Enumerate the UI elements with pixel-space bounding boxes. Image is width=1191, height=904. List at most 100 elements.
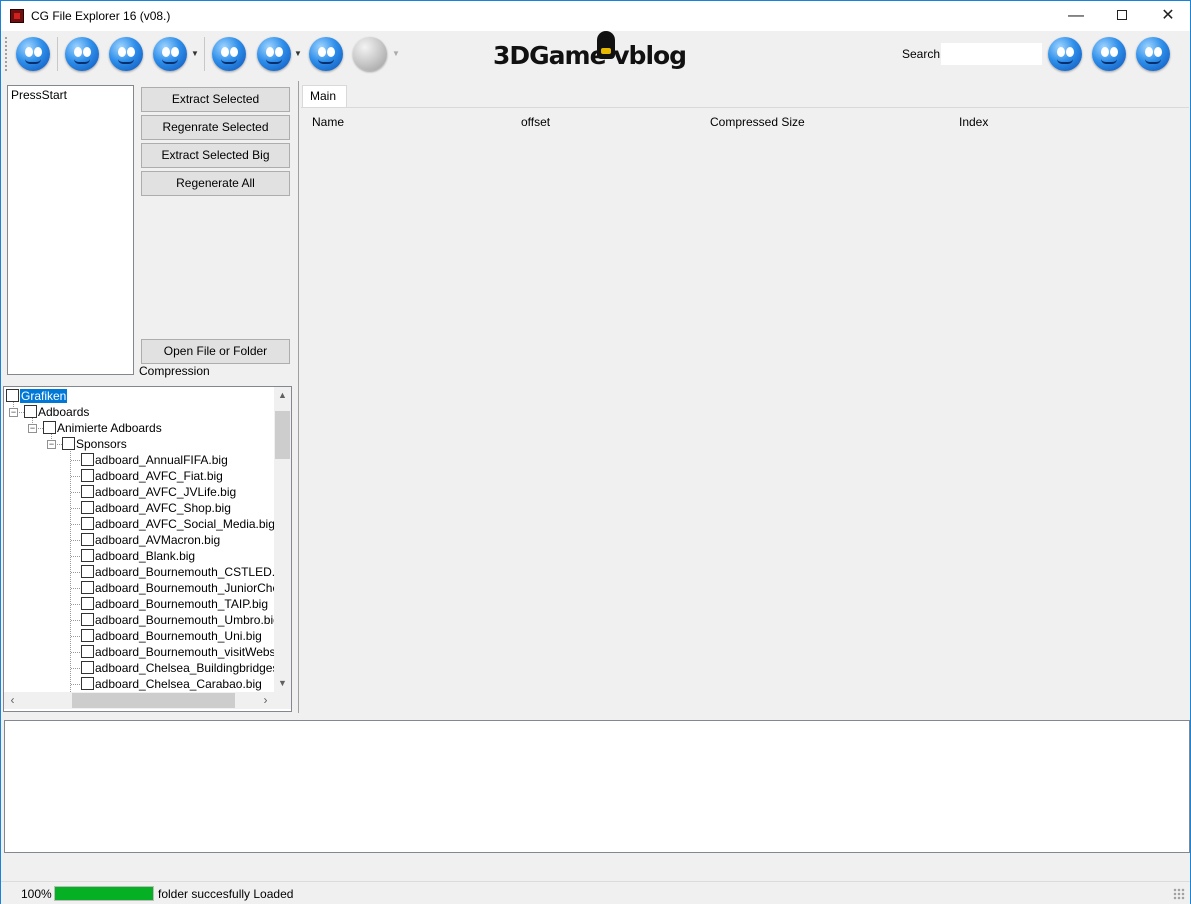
tree-checkbox[interactable] — [81, 469, 94, 482]
tree-checkbox[interactable] — [81, 597, 94, 610]
regenerate-all-button[interactable]: Regenerate All — [141, 171, 290, 196]
column-header-name[interactable]: Name — [312, 115, 344, 129]
tree-checkbox[interactable] — [81, 453, 94, 466]
scroll-right-icon[interactable]: › — [257, 692, 274, 709]
tree-checkbox[interactable] — [62, 437, 75, 450]
worried-smiley-icon[interactable] — [109, 37, 143, 71]
status-message: folder succesfully Loaded — [158, 887, 294, 901]
tab-control: Main Name offset Compressed Size Index — [298, 81, 1189, 713]
tree-file-node[interactable]: adboard_Bournemouth_Umbro.big — [81, 612, 274, 628]
chevron-down-icon[interactable]: ▼ — [294, 49, 302, 58]
search-input[interactable] — [941, 43, 1042, 65]
tree-node-animierte-adboards[interactable]: Animierte Adboards — [43, 420, 162, 436]
tree-checkbox[interactable] — [81, 581, 94, 594]
tree-file-node[interactable]: adboard_AVFC_Fiat.big — [81, 468, 223, 484]
tree-node-label: adboard_Chelsea_Buildingbridges.big — [95, 661, 274, 675]
list-item[interactable]: PressStart — [11, 88, 130, 102]
tree-content: Grafiken − Adboards − Animierte Adboards… — [4, 387, 274, 692]
tree-checkbox[interactable] — [81, 613, 94, 626]
tree-node-sponsors[interactable]: Sponsors — [62, 436, 127, 452]
tree-file-node[interactable]: adboard_AVFC_Shop.big — [81, 500, 231, 516]
tree-file-node[interactable]: adboard_AVMacron.big — [81, 532, 220, 548]
tree-node-label: adboard_AVFC_Fiat.big — [95, 469, 223, 483]
progress-bar — [54, 886, 154, 901]
tree-file-node[interactable]: adboard_Chelsea_Buildingbridges.big — [81, 660, 274, 676]
tree-checkbox[interactable] — [81, 533, 94, 546]
folder-tree[interactable]: Grafiken − Adboards − Animierte Adboards… — [3, 386, 292, 712]
tree-node-adboards[interactable]: Adboards — [24, 404, 89, 420]
tree-checkbox[interactable] — [81, 645, 94, 658]
tab-main-body: Name offset Compressed Size Index — [301, 107, 1189, 711]
collapse-icon[interactable]: − — [47, 440, 56, 449]
scroll-up-icon[interactable]: ▲ — [274, 387, 291, 404]
tree-file-node[interactable]: adboard_Bournemouth_TAIP.big — [81, 596, 268, 612]
tree-node-label: adboard_AVFC_Social_Media.big — [95, 517, 274, 531]
blue-smiley-icon[interactable] — [16, 37, 50, 71]
tree-checkbox[interactable] — [81, 517, 94, 530]
chevron-down-icon[interactable]: ▼ — [191, 49, 199, 58]
tongue-smiley-icon[interactable] — [1092, 37, 1126, 71]
tree-file-node[interactable]: adboard_Chelsea_Carabao.big — [81, 676, 262, 692]
tree-node-label: Sponsors — [76, 437, 127, 451]
tree-file-node[interactable]: adboard_Bournemouth_CSTLED.big — [81, 564, 274, 580]
maximize-button[interactable] — [1099, 1, 1145, 31]
collapse-icon[interactable]: − — [9, 408, 18, 417]
scroll-left-icon[interactable]: ‹ — [4, 692, 21, 709]
roaring-smiley-icon[interactable] — [65, 37, 99, 71]
scroll-down-icon[interactable]: ▼ — [274, 675, 291, 692]
resize-grip-icon[interactable] — [1173, 888, 1185, 900]
file-listbox[interactable]: PressStart — [7, 85, 134, 375]
tree-node-label: adboard_Bournemouth_JuniorCherries — [95, 581, 274, 595]
collapse-icon[interactable]: − — [28, 424, 37, 433]
tree-checkbox[interactable] — [81, 549, 94, 562]
scrollbar-thumb[interactable] — [72, 693, 235, 708]
tree-checkbox[interactable] — [43, 421, 56, 434]
logo: 3DGame vblog — [493, 41, 687, 70]
tree-node-label: adboard_AnnualFIFA.big — [95, 453, 228, 467]
tree-checkbox[interactable] — [81, 677, 94, 690]
toolbar-separator — [204, 37, 205, 71]
tree-file-node[interactable]: adboard_Blank.big — [81, 548, 195, 564]
scrollbar-thumb[interactable] — [275, 411, 290, 459]
minimize-button[interactable]: — — [1053, 1, 1099, 31]
column-header-offset[interactable]: offset — [521, 115, 550, 129]
column-header-compressed-size[interactable]: Compressed Size — [710, 115, 805, 129]
swirl-smiley-icon[interactable] — [1048, 37, 1082, 71]
open-file-or-folder-button[interactable]: Open File or Folder — [141, 339, 290, 364]
tree-horizontal-scrollbar[interactable]: ‹ › — [4, 692, 274, 709]
tree-checkbox[interactable] — [81, 661, 94, 674]
column-header-index[interactable]: Index — [959, 115, 988, 129]
tree-node-label: adboard_AVMacron.big — [95, 533, 221, 547]
tree-node-label: adboard_Bournemouth_Uni.big — [95, 629, 262, 643]
tree-file-node[interactable]: adboard_Bournemouth_visitWebsiteL — [81, 644, 274, 660]
grimace-smiley-icon[interactable] — [309, 37, 343, 71]
tree-file-node[interactable]: adboard_AnnualFIFA.big — [81, 452, 228, 468]
tree-checkbox[interactable] — [24, 405, 37, 418]
tree-node-label: Adboards — [38, 405, 90, 419]
tree-vertical-scrollbar[interactable]: ▲ ▼ — [274, 387, 291, 692]
tree-file-node[interactable]: adboard_Bournemouth_Uni.big — [81, 628, 262, 644]
tree-checkbox[interactable] — [6, 389, 19, 402]
tree-file-node[interactable]: adboard_AVFC_Social_Media.big — [81, 516, 274, 532]
tree-node-root[interactable]: Grafiken — [6, 388, 68, 404]
toolbar-grip[interactable] — [5, 37, 8, 71]
tree-file-node[interactable]: adboard_Bournemouth_JuniorCherries — [81, 580, 274, 596]
tree-node-label: adboard_Bournemouth_visitWebsiteL — [95, 645, 274, 659]
compression-label: Compression — [139, 364, 210, 378]
extract-selected-big-button[interactable]: Extract Selected Big — [141, 143, 290, 168]
log-textbox[interactable] — [4, 720, 1190, 853]
winking-smiley-icon[interactable] — [257, 37, 291, 71]
tree-checkbox[interactable] — [81, 501, 94, 514]
tree-checkbox[interactable] — [81, 629, 94, 642]
toolbar-separator — [57, 37, 58, 71]
hands-smiley-icon[interactable] — [212, 37, 246, 71]
close-button[interactable]: ✕ — [1145, 1, 1191, 31]
regenerate-selected-button[interactable]: Regenrate Selected — [141, 115, 290, 140]
extract-selected-button[interactable]: Extract Selected — [141, 87, 290, 112]
nervous-smiley-icon[interactable] — [153, 37, 187, 71]
grinning-smiley-icon[interactable] — [1136, 37, 1170, 71]
tree-file-node[interactable]: adboard_AVFC_JVLife.big — [81, 484, 236, 500]
tab-main[interactable]: Main — [302, 85, 347, 108]
tree-checkbox[interactable] — [81, 565, 94, 578]
tree-checkbox[interactable] — [81, 485, 94, 498]
